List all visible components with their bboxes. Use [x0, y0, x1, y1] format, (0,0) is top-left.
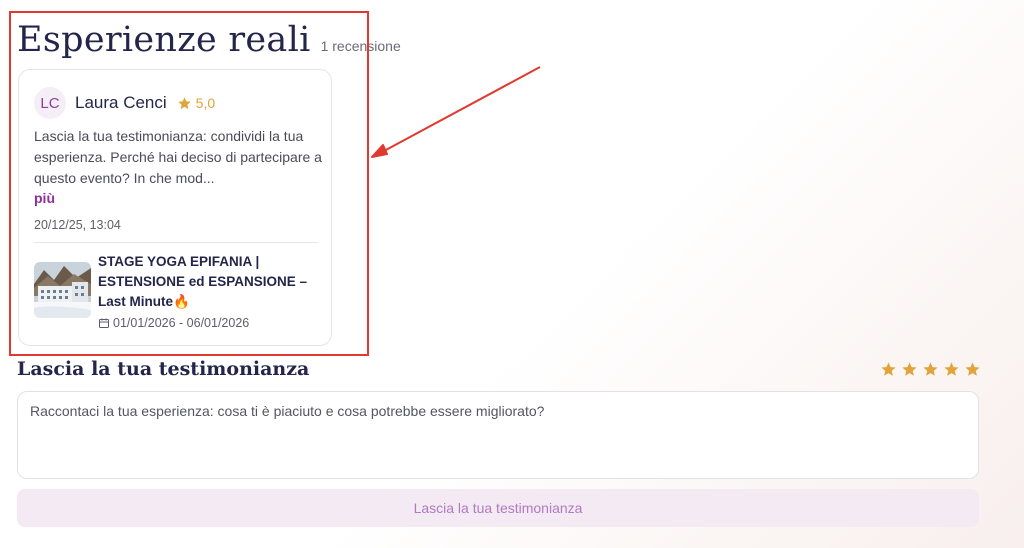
testimonial-input[interactable]	[17, 391, 979, 479]
star-1-icon[interactable]	[880, 361, 897, 383]
submit-testimonial-button[interactable]: Lascia la tua testimonianza	[17, 489, 979, 527]
star-5-icon[interactable]	[964, 361, 981, 383]
star-rating-picker[interactable]	[880, 361, 981, 383]
form-title: Lascia la tua testimonianza	[17, 358, 310, 380]
star-2-icon[interactable]	[901, 361, 918, 383]
star-4-icon[interactable]	[943, 361, 960, 383]
star-3-icon[interactable]	[922, 361, 939, 383]
